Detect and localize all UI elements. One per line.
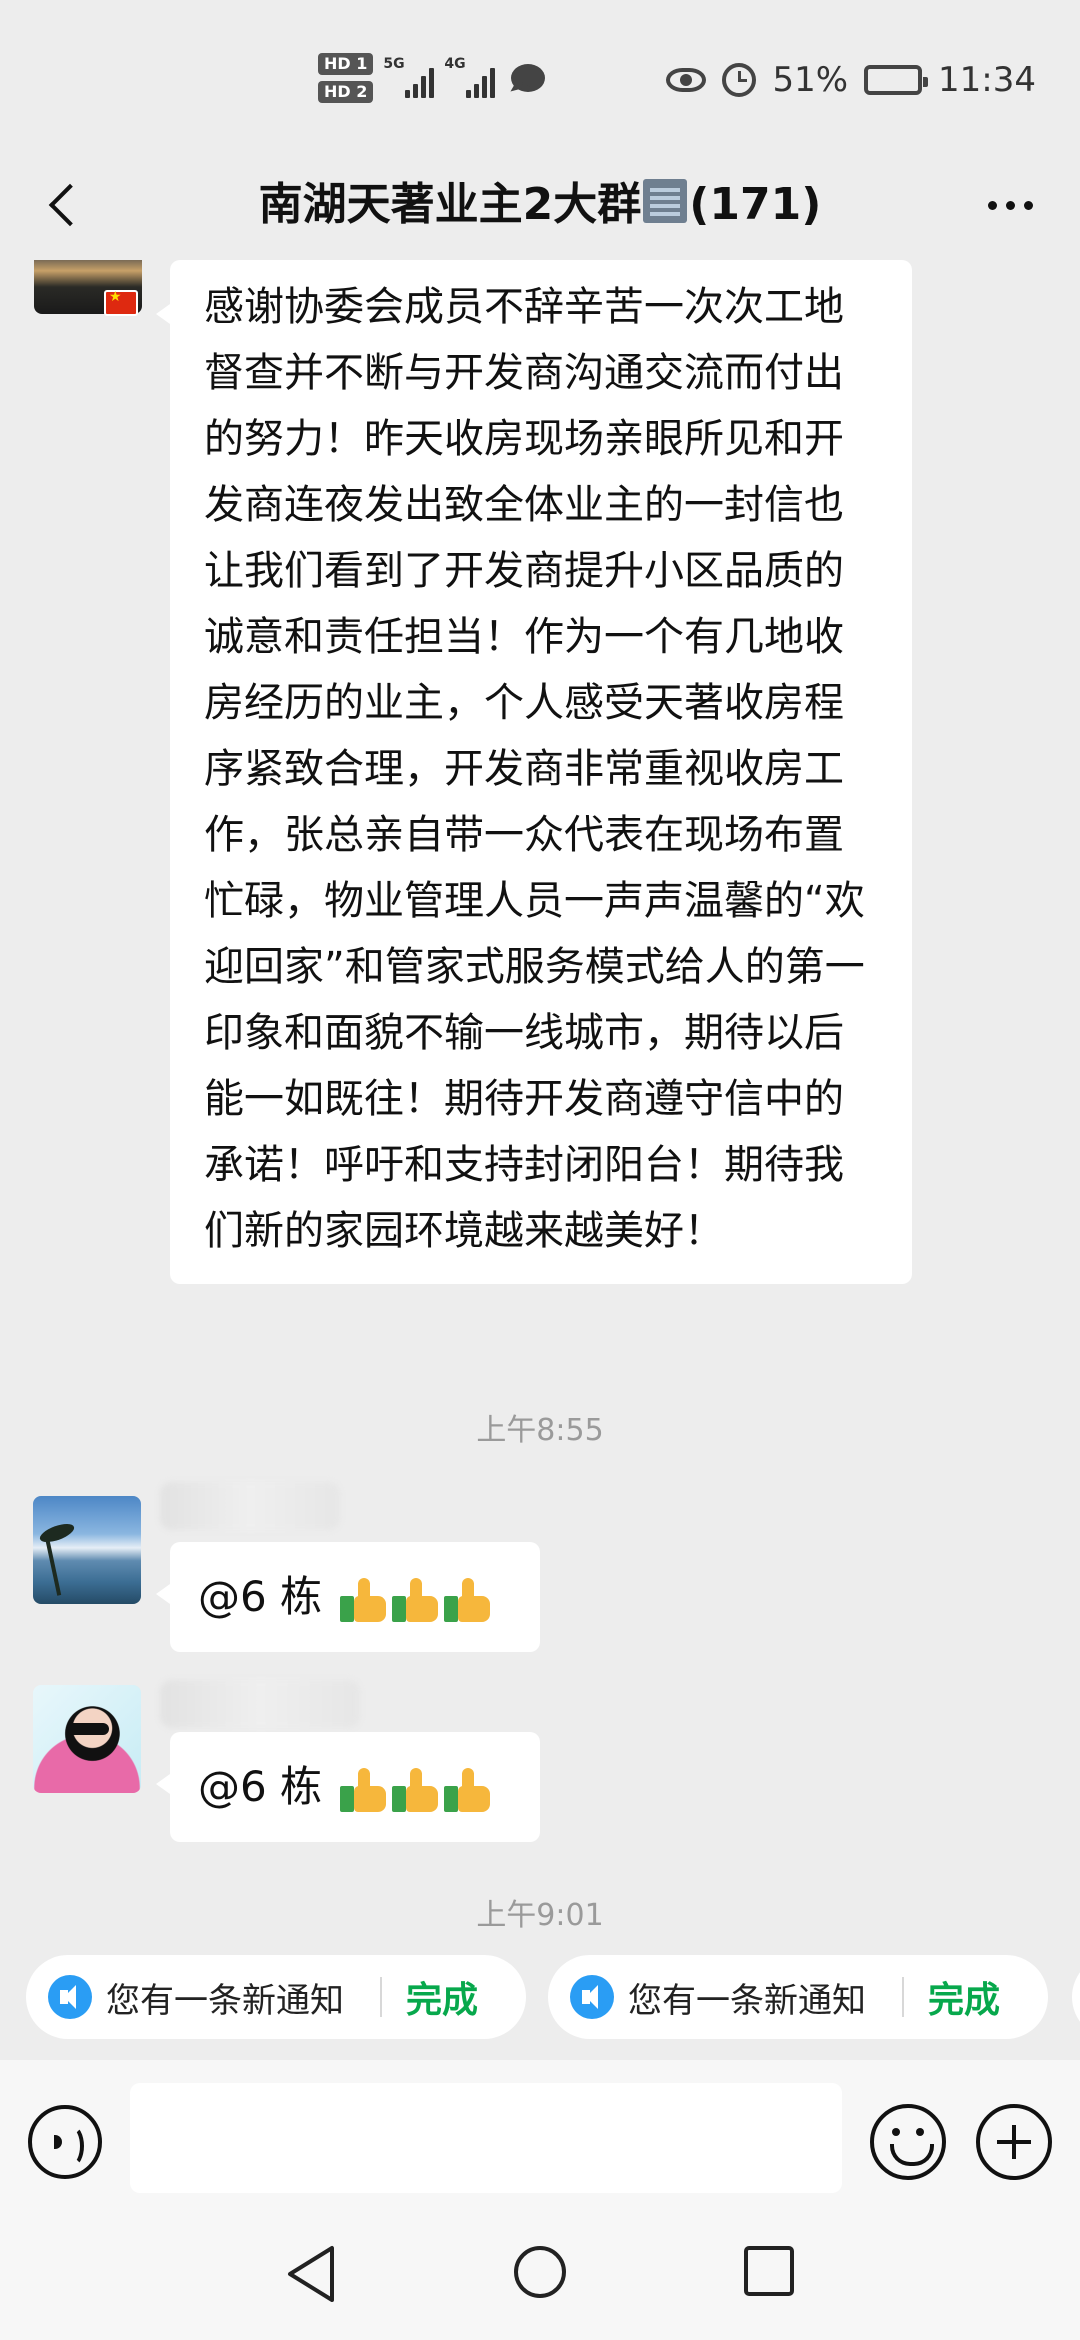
- message-list[interactable]: 感谢协委会成员不辞辛苦一次次工地督查并不断与开发商沟通交流而付出的努力！昨天收房…: [0, 260, 1080, 1930]
- message-bubble-long[interactable]: 感谢协委会成员不辞辛苦一次次工地督查并不断与开发商沟通交流而付出的努力！昨天收房…: [156, 260, 912, 1284]
- plus-icon[interactable]: [976, 2104, 1052, 2180]
- thumb-finger: [410, 1577, 423, 1600]
- message-bubble[interactable]: @6 栋: [156, 1542, 540, 1652]
- thumbs-up-icon: [340, 1577, 387, 1622]
- chip-divider: [380, 1977, 382, 2017]
- notification-text: 您有一条新通知: [106, 1980, 344, 2021]
- status-bar: HD 1 HD 2 5G 4G 51% 11:34: [0, 0, 1080, 150]
- thumb-cuff: [392, 1785, 407, 1812]
- eye-icon: [666, 68, 707, 92]
- signal-bar: [482, 76, 488, 98]
- done-button[interactable]: 完成: [928, 1971, 1000, 2023]
- signal-bar: [429, 68, 435, 98]
- more-dot-icon: [1005, 200, 1015, 210]
- thumb-finger: [462, 1767, 475, 1790]
- status-bar-right: 51% 11:34: [666, 52, 1036, 108]
- signal-bar: [466, 90, 472, 98]
- alarm-icon: [722, 63, 757, 97]
- thumbs-up-icon: [392, 1577, 439, 1622]
- notification-chip[interactable]: 您有一条新通知 完成: [548, 1955, 1048, 2039]
- timestamp: 上午9:01: [476, 1898, 604, 1930]
- done-button[interactable]: 完成: [406, 1971, 478, 2023]
- sender-name-blurred: [160, 1482, 340, 1530]
- nav-recent-icon[interactable]: [742, 2244, 796, 2298]
- thumb-finger: [462, 1577, 475, 1600]
- message-input[interactable]: [130, 2083, 842, 2193]
- back-button[interactable]: [30, 170, 100, 240]
- chip-divider: [902, 1977, 904, 2017]
- nav-back-triangle: [288, 2246, 334, 2302]
- hd-indicators: HD 1 HD 2: [318, 53, 374, 103]
- signal-bar: [421, 76, 427, 98]
- mention-text: @6 栋: [198, 1762, 323, 1811]
- thumbs-up-icon: [340, 1767, 387, 1812]
- speaker-icon: [48, 1975, 92, 2019]
- thumbs-up-icon: [444, 1577, 491, 1622]
- battery-icon: [864, 65, 929, 95]
- avatar-beach[interactable]: [33, 1496, 141, 1604]
- system-nav-bar: [0, 2220, 1080, 2340]
- thumb-finger: [358, 1767, 371, 1790]
- member-count: (171): [689, 179, 822, 230]
- thumb-cuff: [392, 1595, 407, 1622]
- nav-recent-square: [744, 2246, 794, 2296]
- notification-chip[interactable]: 您有一条新通知 完成: [26, 1955, 526, 2039]
- signal-4g-icon: 4G: [444, 56, 496, 98]
- more-dot-icon: [1023, 200, 1033, 210]
- chat-header: 南湖天著业主2大群 (171): [0, 150, 1080, 260]
- china-flag-badge-icon: [104, 289, 138, 316]
- message-icon: [511, 64, 546, 92]
- nav-home-icon[interactable]: [512, 2244, 568, 2300]
- thumbs-up-emoji-group: [340, 1767, 491, 1812]
- office-building-emoji-icon: [643, 179, 688, 223]
- hd1-badge: HD 1: [318, 53, 374, 75]
- thumbs-up-icon: [444, 1767, 491, 1812]
- thumbs-up-emoji-group: [340, 1577, 491, 1622]
- signal-bars-2: [466, 66, 496, 98]
- signal-5g-icon: 5G: [383, 56, 435, 98]
- signal-bars-1: [405, 66, 435, 98]
- battery-percent: 51%: [772, 60, 849, 100]
- thumb-cuff: [444, 1595, 459, 1622]
- mention-text: @6 栋: [198, 1572, 323, 1621]
- input-bar: [0, 2060, 1080, 2220]
- signal-bar: [413, 84, 419, 98]
- signal-bar: [474, 84, 480, 98]
- clock: 11:34: [938, 60, 1036, 100]
- nav-back-icon[interactable]: [284, 2244, 338, 2304]
- thumb-finger: [410, 1767, 423, 1790]
- more-dot-icon: [987, 200, 997, 210]
- emoji-icon[interactable]: [870, 2104, 946, 2180]
- notification-text: 您有一条新通知: [628, 1980, 866, 2021]
- group-name: 南湖天著业主2大群: [258, 179, 642, 230]
- sender-name-blurred: [160, 1680, 360, 1728]
- net2-label: 4G: [444, 56, 466, 72]
- thumb-cuff: [340, 1785, 355, 1812]
- signal-bar: [405, 90, 411, 98]
- hd2-badge: HD 2: [318, 81, 374, 103]
- wechat-group-chat-screen: HD 1 HD 2 5G 4G 51% 11:34 南湖天著业主2大群 (171…: [0, 0, 1080, 2340]
- timestamp: 上午8:55: [476, 1413, 604, 1448]
- thumbs-up-icon: [392, 1767, 439, 1812]
- thumb-cuff: [340, 1595, 355, 1622]
- nav-home-circle: [514, 2246, 566, 2298]
- thumb-cuff: [444, 1785, 459, 1812]
- voice-icon[interactable]: [28, 2105, 102, 2179]
- avatar-girl[interactable]: [33, 1685, 141, 1793]
- notification-chip-partial[interactable]: [1072, 1955, 1080, 2039]
- group-title: 南湖天著业主2大群 (171): [130, 172, 950, 238]
- thumb-finger: [358, 1577, 371, 1600]
- more-button[interactable]: [970, 180, 1050, 230]
- signal-bar: [490, 68, 496, 98]
- notification-chip-bar[interactable]: 您有一条新通知 完成 您有一条新通知 完成: [0, 1930, 1080, 2060]
- back-chevron-icon: [48, 183, 92, 227]
- net1-label: 5G: [383, 56, 405, 72]
- message-bubble[interactable]: @6 栋: [156, 1732, 540, 1842]
- speaker-icon: [570, 1975, 614, 2019]
- status-bar-left: HD 1 HD 2 5G 4G: [318, 48, 546, 108]
